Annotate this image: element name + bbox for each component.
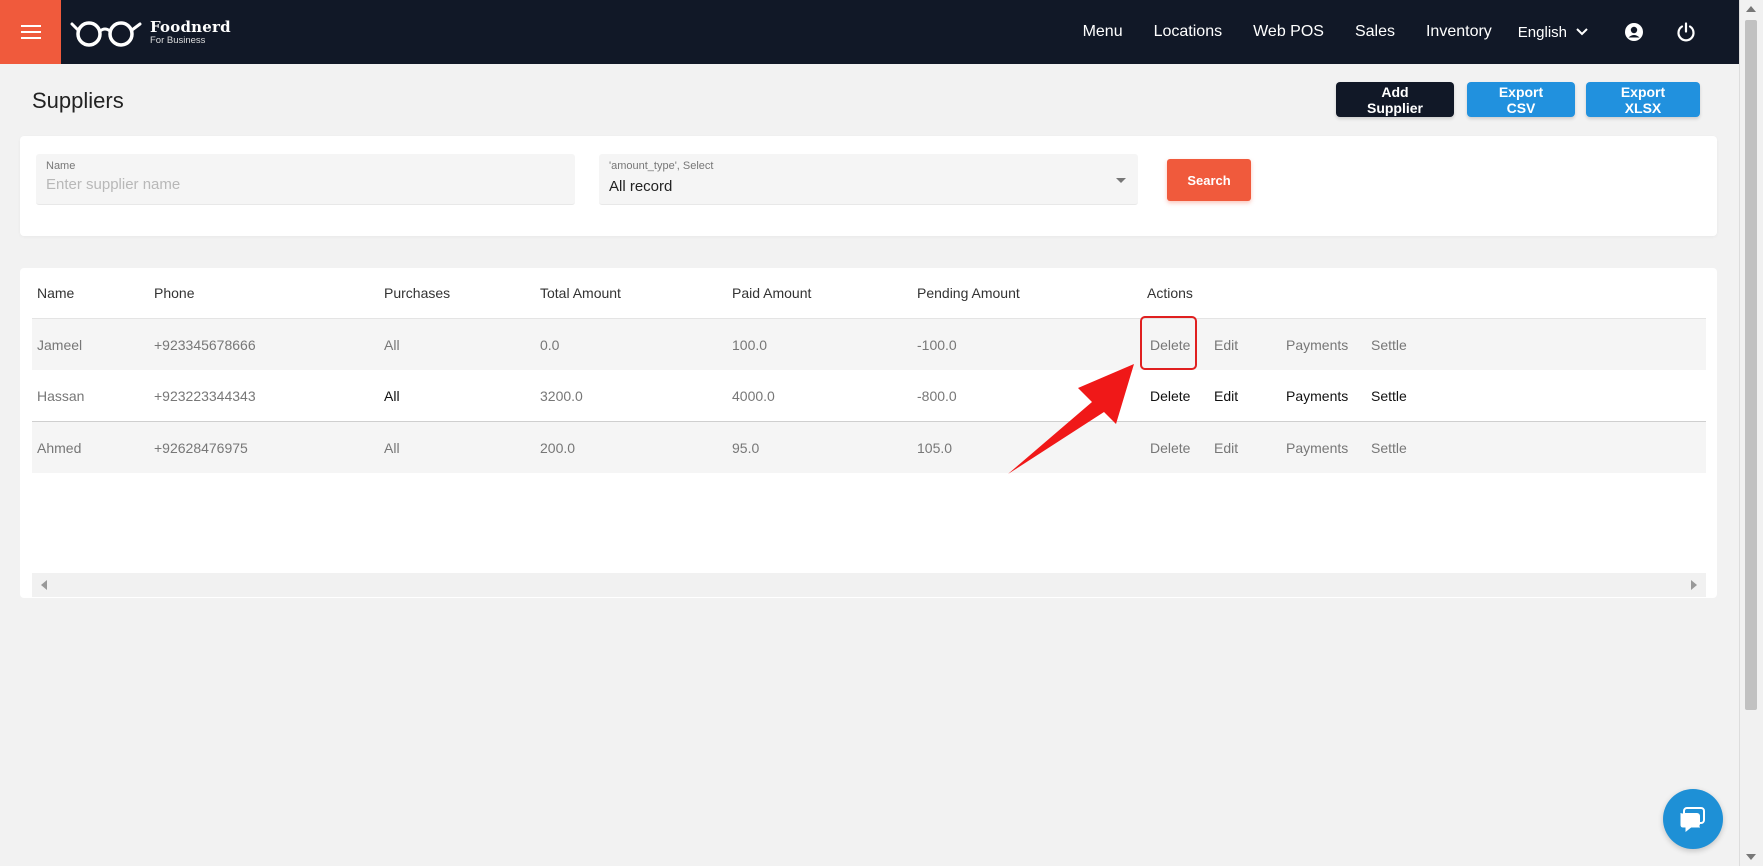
settle-button[interactable]: Settle bbox=[1371, 422, 1407, 473]
header-name: Name bbox=[37, 285, 75, 301]
supplier-name-input[interactable] bbox=[46, 176, 546, 193]
nav-inventory[interactable]: Inventory bbox=[1426, 23, 1492, 41]
amount-type-value: All record bbox=[609, 178, 673, 195]
cell-total-amount: 0.0 bbox=[540, 336, 560, 353]
scroll-up-icon[interactable] bbox=[1746, 6, 1756, 12]
edit-button[interactable]: Edit bbox=[1214, 422, 1238, 473]
header-total-amount: Total Amount bbox=[540, 285, 621, 301]
language-select[interactable]: English bbox=[1518, 24, 1589, 41]
settle-button[interactable]: Settle bbox=[1371, 370, 1407, 421]
cell-total-amount: 200.0 bbox=[540, 439, 576, 456]
table-row: Hassan +923223344343 All 3200.0 4000.0 -… bbox=[32, 370, 1706, 422]
cell-name: Ahmed bbox=[37, 439, 82, 456]
nav-locations[interactable]: Locations bbox=[1154, 23, 1223, 41]
name-field-label: Name bbox=[46, 160, 76, 172]
cell-pending-amount: -100.0 bbox=[917, 336, 957, 353]
glasses-logo-icon bbox=[70, 21, 142, 47]
power-icon[interactable] bbox=[1675, 21, 1697, 43]
settle-button[interactable]: Settle bbox=[1371, 319, 1407, 370]
brand-logo[interactable]: Foodnerd For Business bbox=[70, 17, 231, 49]
top-nav: Foodnerd For Business Menu Locations Web… bbox=[0, 0, 1740, 64]
page-scrollbar[interactable] bbox=[1739, 0, 1763, 866]
header-paid-amount: Paid Amount bbox=[732, 285, 812, 301]
delete-button[interactable]: Delete bbox=[1150, 422, 1190, 473]
header-phone: Phone bbox=[154, 285, 195, 301]
brand-name: Foodnerd bbox=[150, 18, 231, 37]
cell-phone: +92628476975 bbox=[154, 439, 248, 456]
purchases-link[interactable]: All bbox=[384, 422, 400, 473]
scroll-down-icon[interactable] bbox=[1746, 854, 1756, 860]
delete-button[interactable]: Delete bbox=[1150, 370, 1190, 421]
menu-icon bbox=[20, 25, 41, 39]
scroll-thumb[interactable] bbox=[1745, 20, 1757, 710]
nav-web-pos[interactable]: Web POS bbox=[1253, 23, 1324, 41]
chevron-down-icon bbox=[1576, 28, 1588, 36]
cell-name: Jameel bbox=[37, 336, 83, 353]
purchases-link[interactable]: All bbox=[384, 370, 400, 421]
name-field[interactable]: Name bbox=[36, 154, 575, 205]
cell-name: Hassan bbox=[37, 387, 85, 404]
table-row: Jameel +923345678666 All 0.0 100.0 -100.… bbox=[32, 319, 1706, 370]
table-header-row: Name Phone Purchases Total Amount Paid A… bbox=[32, 268, 1706, 319]
cell-paid-amount: 95.0 bbox=[732, 439, 760, 456]
nav-menu[interactable]: Menu bbox=[1083, 23, 1123, 41]
add-supplier-button[interactable]: Add Supplier bbox=[1336, 82, 1454, 117]
brand-tagline: For Business bbox=[150, 35, 206, 47]
language-label: English bbox=[1517, 23, 1567, 41]
chat-icon bbox=[1680, 807, 1705, 833]
purchases-link[interactable]: All bbox=[384, 319, 400, 370]
cell-total-amount: 3200.0 bbox=[540, 387, 583, 404]
annotation-arrow-icon bbox=[1008, 364, 1134, 474]
menu-toggle-button[interactable] bbox=[0, 0, 61, 64]
payments-button[interactable]: Payments bbox=[1286, 422, 1348, 473]
export-csv-button[interactable]: Export CSV bbox=[1467, 82, 1575, 117]
nav-sales[interactable]: Sales bbox=[1355, 23, 1395, 41]
header-purchases: Purchases bbox=[384, 285, 451, 301]
export-xlsx-button[interactable]: Export XLSX bbox=[1586, 82, 1700, 117]
scroll-right-icon[interactable] bbox=[1691, 580, 1697, 590]
payments-button[interactable]: Payments bbox=[1286, 319, 1348, 370]
header-actions: Actions bbox=[1147, 285, 1193, 301]
cell-pending-amount: 105.0 bbox=[917, 439, 953, 456]
table-row: Ahmed +92628476975 All 200.0 95.0 105.0 … bbox=[32, 422, 1706, 473]
nav-links: Menu Locations Web POS Sales Inventory E… bbox=[1083, 0, 1717, 64]
amount-type-label: 'amount_type', Select bbox=[609, 160, 714, 172]
edit-button[interactable]: Edit bbox=[1214, 319, 1238, 370]
payments-button[interactable]: Payments bbox=[1286, 370, 1348, 421]
page-title: Suppliers bbox=[32, 88, 124, 113]
cell-paid-amount: 4000.0 bbox=[732, 387, 775, 404]
account-icon[interactable] bbox=[1623, 21, 1645, 43]
filter-panel: Name 'amount_type', Select All record Se… bbox=[20, 136, 1717, 236]
amount-type-select[interactable]: 'amount_type', Select All record bbox=[599, 154, 1138, 205]
cell-phone: +923345678666 bbox=[154, 336, 256, 353]
suppliers-table: Name Phone Purchases Total Amount Paid A… bbox=[20, 268, 1717, 598]
dropdown-caret-icon bbox=[1116, 178, 1126, 183]
cell-phone: +923223344343 bbox=[154, 387, 256, 404]
edit-button[interactable]: Edit bbox=[1214, 370, 1238, 421]
cell-paid-amount: 100.0 bbox=[732, 336, 768, 353]
header-pending-amount: Pending Amount bbox=[917, 285, 1020, 301]
search-button[interactable]: Search bbox=[1167, 159, 1251, 201]
cell-pending-amount: -800.0 bbox=[917, 387, 957, 404]
scroll-left-icon[interactable] bbox=[41, 580, 47, 590]
chat-launcher-button[interactable] bbox=[1663, 789, 1723, 849]
table-horizontal-scrollbar[interactable] bbox=[32, 573, 1706, 597]
